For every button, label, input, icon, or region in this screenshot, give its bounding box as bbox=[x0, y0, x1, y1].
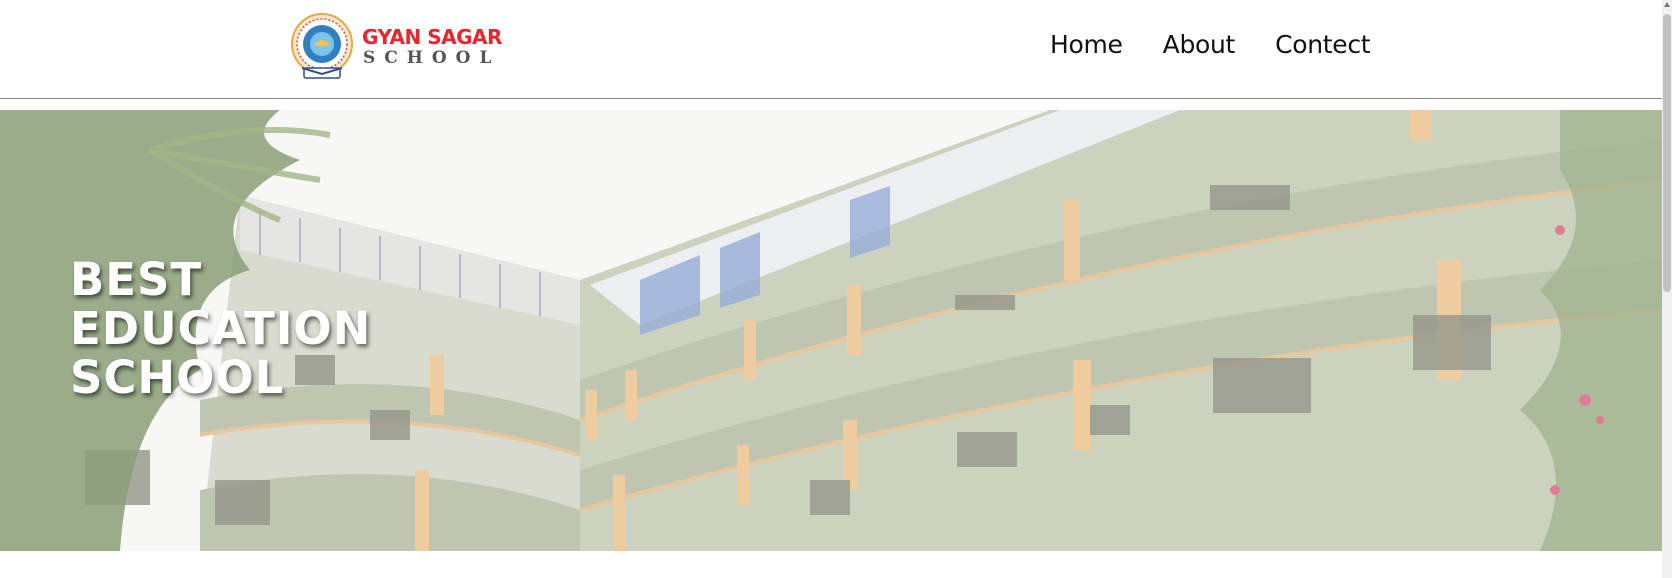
hero-title: BEST EDUCATION SCHOOL bbox=[70, 255, 371, 402]
top-navbar: GYAN SAGAR SCHOOL Home About Contect bbox=[0, 0, 1662, 99]
nav-contact-link[interactable]: Contect bbox=[1275, 30, 1371, 59]
main-nav: Home About Contect bbox=[1050, 30, 1371, 59]
page-scrollbar[interactable] bbox=[1662, 0, 1672, 578]
hero-title-line: BEST bbox=[70, 253, 203, 306]
site-logo[interactable]: GYAN SAGAR SCHOOL bbox=[290, 12, 502, 84]
hero-banner: BEST EDUCATION SCHOOL bbox=[0, 110, 1662, 551]
hero-title-line: EDUCATION bbox=[70, 302, 372, 355]
brand-name-line1: GYAN SAGAR bbox=[362, 25, 502, 49]
scrollbar-thumb[interactable] bbox=[1663, 14, 1671, 292]
hero-title-line: SCHOOL bbox=[70, 351, 285, 404]
brand-name-line2: SCHOOL bbox=[363, 48, 501, 68]
scroll-up-arrow-icon[interactable] bbox=[1664, 2, 1670, 7]
nav-home-link[interactable]: Home bbox=[1050, 30, 1123, 59]
school-emblem-icon bbox=[291, 13, 353, 79]
nav-about-link[interactable]: About bbox=[1163, 30, 1236, 59]
